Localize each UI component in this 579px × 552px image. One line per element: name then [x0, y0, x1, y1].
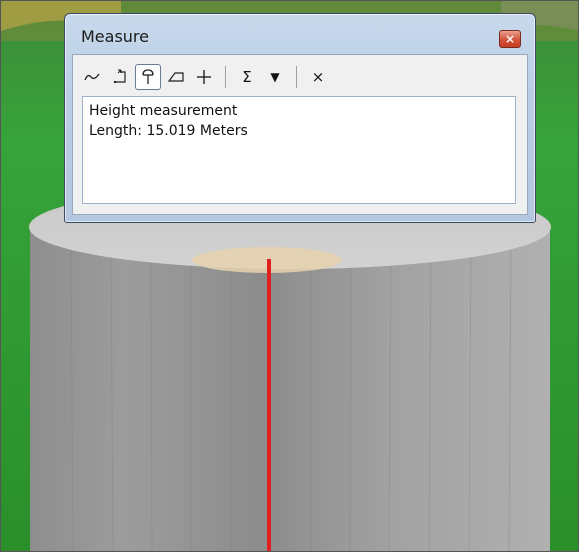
- height-measure-line: [267, 259, 271, 551]
- toolbar-separator: [225, 66, 226, 88]
- toolbar-separator: [296, 66, 297, 88]
- clear-button[interactable]: ×: [305, 64, 331, 90]
- measure-height-button[interactable]: [135, 64, 161, 90]
- measure-panel: Σ ▼ × Height measurement Length: 15.019 …: [72, 54, 528, 215]
- close-icon: ×: [504, 32, 516, 46]
- result-title: Height measurement: [89, 103, 238, 119]
- measure-area-icon: [114, 69, 126, 83]
- crosshair-icon: [197, 70, 211, 84]
- crosshair-button[interactable]: [191, 64, 217, 90]
- measurement-result-box[interactable]: Height measurement Length: 15.019 Meters: [82, 96, 516, 204]
- measure-area-button[interactable]: [107, 64, 133, 90]
- dropdown-icon: ▼: [270, 70, 280, 84]
- measure-toolbar: Σ ▼ ×: [79, 63, 521, 91]
- measure-feature-button[interactable]: [163, 64, 189, 90]
- measure-line-icon: [84, 73, 100, 81]
- measure-height-icon: [142, 69, 154, 84]
- title-bar[interactable]: Measure ×: [65, 14, 535, 50]
- close-button[interactable]: ×: [499, 30, 521, 48]
- window-title: Measure: [81, 27, 149, 46]
- units-dropdown-button[interactable]: ▼: [262, 64, 288, 90]
- clear-icon: ×: [311, 68, 325, 86]
- result-length: Length: 15.019 Meters: [89, 123, 248, 139]
- sum-icon: Σ: [242, 68, 252, 86]
- measure-feature-icon: [167, 72, 184, 82]
- measure-window: Measure × Σ ▼ × Height measurement Lengt…: [64, 13, 536, 223]
- sum-button[interactable]: Σ: [234, 64, 260, 90]
- measure-line-button[interactable]: [79, 64, 105, 90]
